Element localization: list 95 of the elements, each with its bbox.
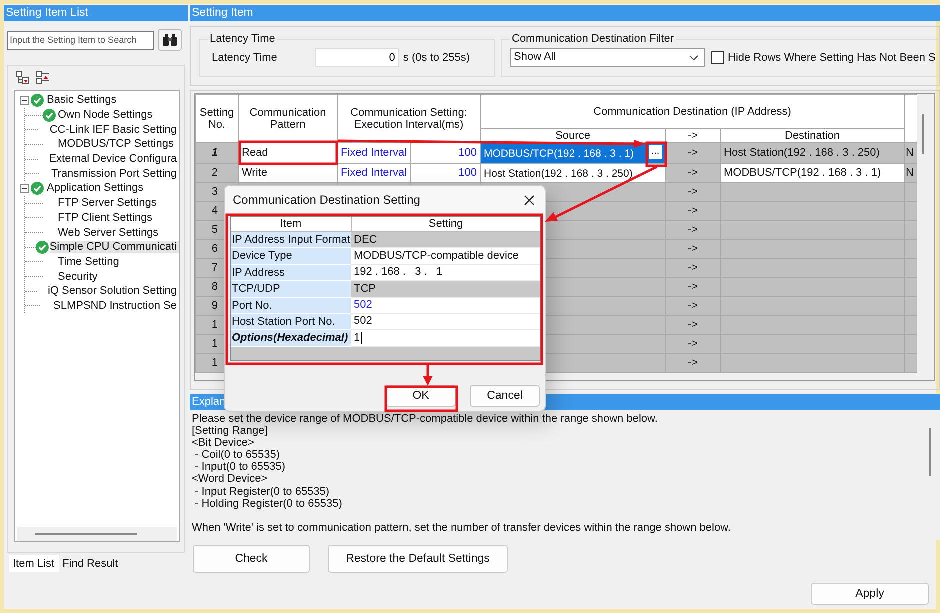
setting-cell[interactable]: DEC: [351, 232, 540, 248]
tree-item[interactable]: Transmission Port Setting: [51, 168, 179, 180]
table-cell: Fixed Interval: [338, 142, 410, 164]
table-cell[interactable]: Host Station(192 . 168 . 3 . 250): [480, 164, 666, 182]
table-cell: 100: [410, 164, 481, 182]
collapse-toggle-icon[interactable]: [20, 184, 29, 193]
table-cell: ->: [666, 316, 721, 334]
column-header: Destination: [720, 128, 905, 142]
scrollbar-thumb[interactable]: [35, 533, 137, 535]
explanation-line: - Coil(0 to 65535): [194, 449, 282, 462]
tree-expand-icon[interactable]: [16, 71, 30, 85]
explanation-line: When 'Write' is set to communication pattern, set the number of transfer devices within the range shown below.: [192, 522, 732, 534]
checkbox-label: Hide Rows Where Setting Has Not Been S: [728, 52, 936, 64]
close-icon[interactable]: [524, 194, 535, 206]
annotation-arrow: [423, 364, 433, 386]
tree-item[interactable]: Time Setting: [58, 256, 122, 268]
column-header: ->: [666, 128, 721, 142]
field-label: Latency Time: [212, 52, 278, 64]
tree-item[interactable]: External Device Configura: [49, 153, 179, 166]
group-title: Communication Destination Filter: [511, 33, 676, 45]
tree-item[interactable]: Security: [58, 270, 100, 283]
tree-item[interactable]: FTP Client Settings: [58, 212, 155, 224]
tree-collapse-icon[interactable]: [36, 71, 50, 85]
table-cell: ->: [666, 182, 721, 202]
search-field[interactable]: Input the Setting Item to Search: [7, 30, 154, 50]
table-cell: ->: [666, 164, 721, 182]
table-cell: 100: [410, 142, 481, 164]
table-cell: ->: [666, 202, 721, 220]
column-header: Communication Pattern: [238, 94, 338, 142]
setting-cell[interactable]: 502: [351, 298, 540, 314]
explanation-line: Please set the device range of MODBUS/TCP-compatible device within the range shown below.: [192, 413, 659, 426]
tree-item[interactable]: SLMPSND Instruction Se: [54, 300, 179, 312]
binoculars-icon: [162, 33, 178, 47]
row-number: 2: [196, 164, 238, 182]
dialog-button[interactable]: Cancel: [470, 384, 540, 407]
item-cell: Options(Hexadecimal): [231, 330, 351, 347]
table-cell: ->: [666, 278, 721, 296]
explanation-line: - Input Register(0 to 65535): [194, 486, 331, 498]
table-cell: MODBUS/TCP(192 . 168 . 3 . 1): [720, 164, 905, 182]
tree-item[interactable]: Basic Settings: [15, 93, 179, 108]
table-cell: ->: [666, 258, 721, 278]
collapse-toggle-icon[interactable]: [20, 96, 29, 105]
setting-cell[interactable]: MODBUS/TCP-compatible device: [351, 248, 540, 265]
row-number: 1: [196, 142, 238, 164]
scrollbar-thumb[interactable]: [929, 428, 931, 476]
tree-item[interactable]: iQ Sensor Solution Setting: [48, 285, 179, 298]
tree-item[interactable]: Simple CPU Communicati: [50, 241, 179, 254]
explanation-line: <Bit Device>: [192, 437, 256, 450]
table-cell: ->: [666, 240, 721, 258]
table-cell: ->: [666, 334, 721, 354]
tree-item[interactable]: Own Node Settings: [58, 109, 155, 122]
table-cell: ->: [666, 296, 721, 316]
table-cell: Fixed Interval: [338, 164, 410, 182]
group-title: Latency Time: [209, 33, 276, 45]
action-button[interactable]: Check: [193, 545, 310, 573]
checkbox[interactable]: [711, 51, 724, 64]
item-cell: IP Address: [231, 264, 351, 282]
action-button[interactable]: Restore the Default Settings: [328, 545, 508, 573]
setting-cell[interactable]: 502: [351, 314, 540, 330]
column-header: Source: [480, 128, 666, 142]
table-cell: Read: [238, 142, 338, 164]
filter-dropdown[interactable]: Show All: [510, 48, 705, 67]
chevron-icon: [689, 55, 699, 61]
table-cell: ->: [666, 354, 721, 372]
column-header: Communication Setting: Execution Interval(ms): [338, 94, 481, 142]
tab[interactable]: Item List: [9, 555, 59, 572]
item-cell: IP Address Input Format: [231, 232, 351, 248]
explanation-line: - Input(0 to 65535): [194, 461, 287, 474]
range-text: s (0s to 255s): [403, 52, 470, 64]
table-cell: Host Station(192 . 168 . 3 . 250): [720, 142, 905, 164]
tab[interactable]: Find Result: [58, 555, 122, 572]
tree-item[interactable]: CC-Link IEF Basic Setting: [50, 124, 179, 136]
panel-title: Setting Item: [190, 5, 940, 21]
scrollbar-thumb[interactable]: [922, 114, 924, 154]
explanation-line: [Setting Range]: [192, 425, 269, 438]
annotation-frame: [646, 142, 668, 168]
item-cell: TCP/UDP: [231, 281, 351, 298]
tree-item[interactable]: Web Server Settings: [58, 226, 161, 239]
apply-button[interactable]: Apply: [811, 582, 929, 604]
tree-item[interactable]: Application Settings: [15, 181, 179, 196]
table-cell: ->: [666, 220, 721, 240]
setting-cell[interactable]: TCP: [351, 281, 540, 298]
item-cell: Host Station Port No.: [231, 314, 351, 330]
explanation-line: - Holding Register(0 to 65535): [194, 498, 344, 510]
latency-input[interactable]: 0: [315, 48, 400, 67]
explanation-line: <Word Device>: [192, 473, 269, 486]
panel-title: Setting Item List: [4, 5, 188, 21]
tree-item[interactable]: FTP Server Settings: [58, 197, 159, 210]
column-header: Setting No.: [196, 94, 238, 142]
search-button[interactable]: [158, 29, 182, 51]
item-cell: Port No.: [231, 298, 351, 314]
column-header: Communication Destination (IP Address): [480, 94, 905, 128]
item-cell: Device Type: [231, 248, 351, 265]
tree-item[interactable]: MODBUS/TCP Settings: [58, 138, 176, 150]
table-cell: ->: [666, 142, 721, 164]
